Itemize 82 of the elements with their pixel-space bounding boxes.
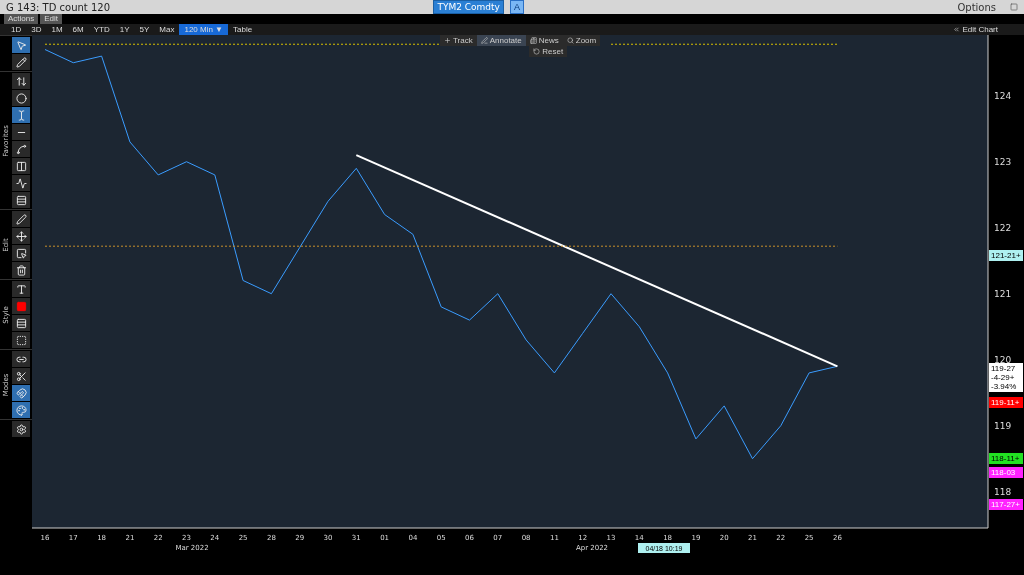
range-tab[interactable]: 3D <box>26 24 47 35</box>
zoom-tool[interactable]: Zoom <box>562 35 601 46</box>
pencil-tool-button[interactable] <box>12 54 30 70</box>
dashed-square-icon <box>15 334 27 346</box>
gear-tool-button[interactable] <box>12 421 30 437</box>
options-menu[interactable]: Options <box>957 1 996 13</box>
ticker-field[interactable]: TYM2 Comdty <box>433 0 504 14</box>
menu-item[interactable]: Actions <box>4 14 39 24</box>
trash-tool-button[interactable] <box>12 262 30 278</box>
pointer-tool-button[interactable] <box>12 37 30 53</box>
cursor-icon <box>15 39 27 51</box>
font-tool-button[interactable] <box>12 281 30 297</box>
rows-icon <box>15 317 27 329</box>
range-tab[interactable]: 120 Min ▼ <box>179 24 229 35</box>
annotate-icon <box>480 37 488 44</box>
magnet-icon <box>15 387 27 399</box>
price-tag: 121-21+ <box>989 250 1023 261</box>
color-swatch-button[interactable] <box>12 298 30 314</box>
price-tag: 119-27 -4-29+ -3.94% <box>989 363 1023 392</box>
price-tag: 118-03 <box>989 467 1023 478</box>
text-tool-button[interactable] <box>12 107 30 123</box>
zoom-icon <box>566 37 574 44</box>
zigzag-line-icon <box>15 177 27 189</box>
columns-icon <box>15 160 27 172</box>
price-tag: 119-11+ <box>989 397 1023 408</box>
news-tool[interactable]: News <box>525 35 563 46</box>
annotate-tool[interactable]: Annotate <box>476 35 526 46</box>
track-tool[interactable]: Track <box>440 35 477 46</box>
pitchfork-tool-button[interactable] <box>12 192 30 208</box>
y-axis-label: 123 <box>994 156 1012 167</box>
range-tab[interactable]: Max <box>154 24 180 35</box>
range-tab[interactable]: YTD <box>88 24 115 35</box>
hline-tool-button[interactable] <box>12 124 30 140</box>
link-tool-button[interactable] <box>12 351 30 367</box>
price-tag: 118-11+ <box>989 453 1023 464</box>
select-pointer-icon <box>15 247 27 259</box>
scissors-icon <box>15 370 27 382</box>
price-tag: 117-27+ <box>989 499 1023 510</box>
y-axis-label: 118 <box>994 486 1012 497</box>
range-tab[interactable]: 1M <box>46 24 68 35</box>
fib-tool-button[interactable] <box>12 73 30 89</box>
reset-button[interactable]: Reset <box>529 46 568 57</box>
move-tool-button[interactable] <box>12 228 30 244</box>
polyline-tool-button[interactable] <box>12 175 30 191</box>
select-tool-button[interactable] <box>12 245 30 261</box>
y-axis-label: 121 <box>994 288 1012 299</box>
ellipse-icon <box>15 92 27 104</box>
segment-tool-button[interactable] <box>12 141 30 157</box>
y-axis-label: 119 <box>994 420 1012 431</box>
y-axis-label: 122 <box>994 222 1012 233</box>
pencil-icon <box>15 56 27 68</box>
y-axis-label: 120 <box>994 354 1012 365</box>
font-icon <box>15 283 27 295</box>
range-tab[interactable]: Table <box>228 24 258 35</box>
window-title: G 143: TD count 120 <box>6 1 112 13</box>
curve-icon <box>15 143 27 155</box>
reset-icon <box>533 48 541 55</box>
pen-tool-button[interactable] <box>12 211 30 227</box>
news-icon <box>529 37 537 44</box>
channel-tool-button[interactable] <box>12 158 30 174</box>
dash-tool-button[interactable] <box>12 332 30 348</box>
rows-icon <box>15 194 27 206</box>
colors-tool-button[interactable] <box>12 402 30 418</box>
settings-icon <box>15 423 27 435</box>
edit-chart-button[interactable]: Edit Chart <box>947 24 1004 35</box>
ellipse-tool-button[interactable] <box>12 90 30 106</box>
up-down-arrows-icon <box>15 75 27 87</box>
double-chevron-icon <box>953 26 961 33</box>
range-tab[interactable]: 1D <box>6 24 27 35</box>
move-icon <box>15 230 27 242</box>
palette-icon <box>15 404 27 416</box>
pen-icon <box>15 213 27 225</box>
trash-icon <box>15 264 27 276</box>
snap-tool-button[interactable] <box>12 368 30 384</box>
range-tab[interactable]: 5Y <box>134 24 155 35</box>
menu-item[interactable]: Edit <box>40 14 63 24</box>
thickness-tool-button[interactable] <box>12 315 30 331</box>
square-icon <box>15 300 27 312</box>
a-button[interactable]: A <box>509 0 524 14</box>
range-tab[interactable]: 1Y <box>114 24 135 35</box>
range-tab[interactable]: 6M <box>67 24 89 35</box>
y-axis-label: 124 <box>994 90 1012 101</box>
